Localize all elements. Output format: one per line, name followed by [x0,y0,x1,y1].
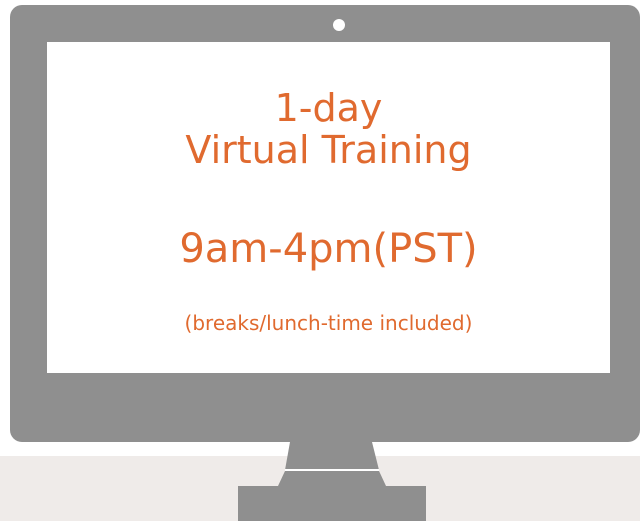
monitor-frame: 1-day Virtual Training 9am-4pm(PST) (bre… [10,5,640,442]
schedule-note: (breaks/lunch-time included) [184,311,473,335]
duration-label: 1-day [274,86,383,130]
camera-dot-icon [333,19,345,31]
monitor-screen: 1-day Virtual Training 9am-4pm(PST) (bre… [47,42,610,373]
training-banner: 1-day Virtual Training 9am-4pm(PST) (bre… [0,0,640,521]
training-title: Virtual Training [185,128,472,172]
schedule-time: 9am-4pm(PST) [179,226,478,272]
